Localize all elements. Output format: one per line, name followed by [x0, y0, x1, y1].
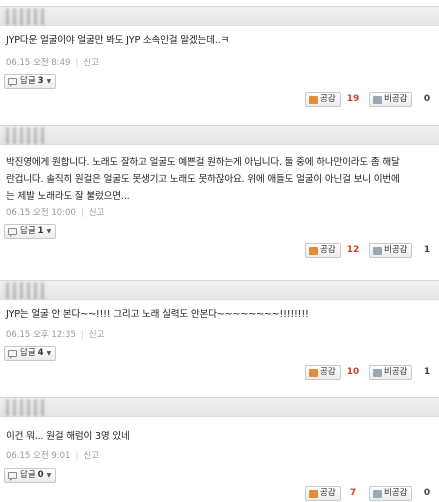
thumbs-down-icon [373, 95, 382, 104]
dislike-count: 0 [423, 94, 431, 104]
reply-button[interactable]: 답글 1 ▼ [4, 224, 57, 239]
like-label: 공감 [320, 94, 336, 104]
comment-header [0, 6, 439, 26]
comment-meta: 06.15 오전 8:49 | 신고 [6, 58, 99, 68]
comment-text: JYP는 얼굴 안 본다~~!!!! 그리고 노래 실력도 안본다~~~~~~~… [6, 309, 309, 320]
dislike-button[interactable]: 비공감 [369, 92, 413, 107]
blurred-username [2, 8, 46, 25]
reply-button[interactable]: 답글 3 ▼ [4, 74, 57, 89]
speech-bubble-icon [8, 78, 17, 87]
chevron-down-icon: ▼ [46, 228, 52, 235]
dislike-button[interactable]: 비공감 [369, 243, 413, 258]
dislike-label: 비공감 [384, 488, 408, 498]
blurred-username [2, 399, 46, 416]
like-label: 공감 [320, 488, 336, 498]
thumbs-down-icon [373, 489, 382, 498]
blurred-username [2, 127, 46, 144]
comment-header [0, 280, 439, 300]
comment-text: JYP다운 얼굴이야 얼굴만 봐도 JYP 소속인걸 알겠는데..ㅋ [6, 35, 230, 46]
comment-item: JYP는 얼굴 안 본다~~!!!! 그리고 노래 실력도 안본다~~~~~~~… [0, 278, 439, 392]
reply-count: 1 [37, 226, 44, 236]
like-button[interactable]: 공감 [305, 365, 341, 380]
reply-button[interactable]: 답글 0 ▼ [4, 468, 57, 483]
reply-count: 3 [37, 76, 44, 86]
comment-text: 이건 뭐... 원걸 해럼이 3명 있네 [6, 431, 130, 442]
reply-count: 0 [37, 470, 44, 480]
like-count: 19 [346, 94, 360, 104]
comment-item: 이건 뭐... 원걸 해럼이 3명 있네 06.15 오전 9:01 | 신고 답글… [0, 392, 439, 502]
dislike-button[interactable]: 비공감 [369, 365, 413, 380]
thumbs-up-icon [309, 368, 318, 377]
report-link[interactable]: 신고 [83, 58, 99, 68]
like-button[interactable]: 공감 [305, 486, 341, 501]
chevron-down-icon: ▼ [46, 350, 52, 357]
like-count: 12 [346, 245, 360, 255]
dislike-label: 비공감 [384, 245, 408, 255]
reply-count: 4 [37, 348, 44, 358]
like-button[interactable]: 공감 [305, 92, 341, 107]
dislike-count: 1 [423, 367, 431, 377]
blurred-username [2, 282, 46, 299]
chevron-down-icon: ▼ [46, 472, 52, 479]
speech-bubble-icon [8, 228, 17, 237]
like-button[interactable]: 공감 [305, 243, 341, 258]
reply-label: 답글 [20, 226, 36, 236]
comment-meta: 06.15 오전 9:01 | 신고 [6, 451, 99, 461]
report-link[interactable]: 신고 [83, 451, 99, 461]
comment-header [0, 397, 439, 417]
dislike-count: 0 [423, 488, 431, 498]
comment-date: 06.15 오후 12:35 [6, 330, 76, 340]
thumbs-down-icon [373, 368, 382, 377]
reply-label: 답글 [20, 76, 36, 86]
comment-item: 박진영에게 원합니다. 노래도 잘하고 얼굴도 예쁜걸 원하는게 아닙니다. 둘… [0, 118, 439, 278]
chevron-down-icon: ▼ [46, 78, 52, 85]
comment-meta: 06.15 오후 12:35 | 신고 [6, 330, 105, 340]
comment-header [0, 125, 439, 145]
comment-date: 06.15 오전 9:01 [6, 451, 71, 461]
thumbs-up-icon [309, 95, 318, 104]
comment-date: 06.15 오전 8:49 [6, 58, 71, 68]
dislike-count: 1 [423, 245, 431, 255]
reply-button[interactable]: 답글 4 ▼ [4, 346, 57, 361]
like-count: 10 [346, 367, 360, 377]
report-link[interactable]: 신고 [89, 330, 105, 340]
like-count: 7 [349, 488, 357, 498]
thumbs-down-icon [373, 246, 382, 255]
thumbs-up-icon [309, 246, 318, 255]
reply-label: 답글 [20, 470, 36, 480]
dislike-label: 비공감 [384, 367, 408, 377]
comment-item: JYP다운 얼굴이야 얼굴만 봐도 JYP 소속인걸 알겠는데..ㅋ 06.15… [0, 0, 439, 118]
report-link[interactable]: 신고 [89, 208, 105, 218]
comment-meta: 06.15 오전 10:00 | 신고 [6, 208, 105, 218]
dislike-button[interactable]: 비공감 [369, 486, 413, 501]
like-label: 공감 [320, 245, 336, 255]
comment-text: 박진영에게 원합니다. 노래도 잘하고 얼굴도 예쁜걸 원하는게 아닙니다. 둘… [6, 157, 400, 202]
comment-date: 06.15 오전 10:00 [6, 208, 76, 218]
speech-bubble-icon [8, 472, 17, 481]
speech-bubble-icon [8, 350, 17, 359]
thumbs-up-icon [309, 489, 318, 498]
reply-label: 답글 [20, 348, 36, 358]
dislike-label: 비공감 [384, 94, 408, 104]
like-label: 공감 [320, 367, 336, 377]
